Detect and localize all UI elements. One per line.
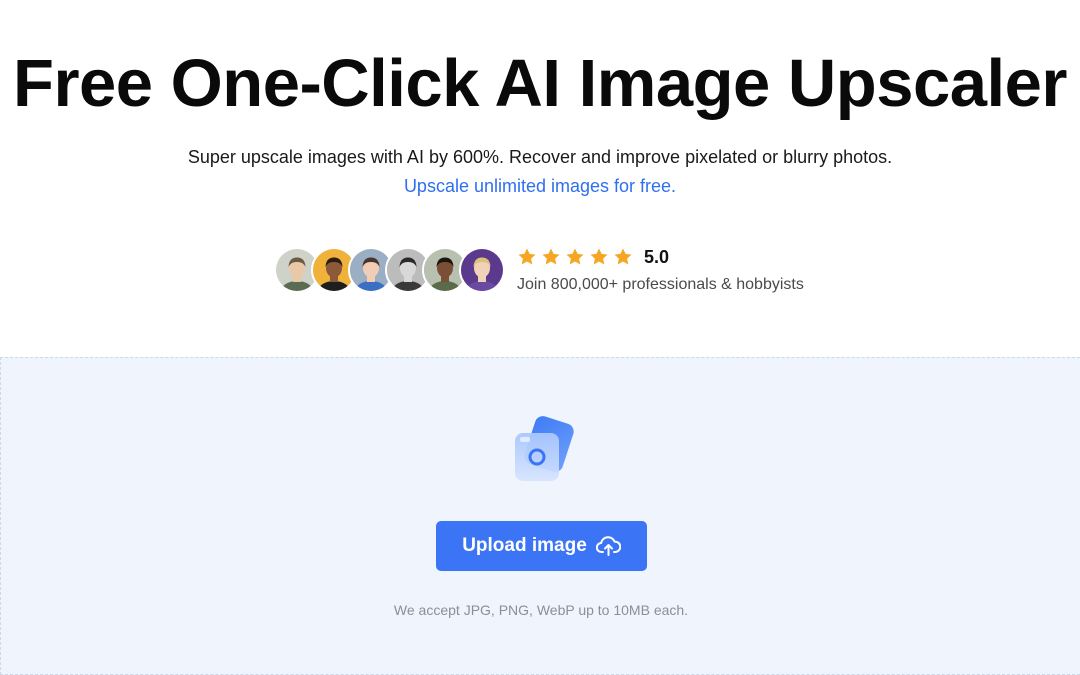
cloud-upload-icon xyxy=(595,535,622,557)
accepted-formats-note: We accept JPG, PNG, WebP up to 10MB each… xyxy=(393,602,689,618)
upload-button-label: Upload image xyxy=(462,535,587,556)
rating-value: 5.0 xyxy=(644,246,670,267)
star-icon xyxy=(517,247,537,267)
upload-image-button[interactable]: Upload image xyxy=(436,521,647,571)
page-title: Free One-Click AI Image Upscaler xyxy=(13,46,1067,121)
rating-caption: Join 800,000+ professionals & hobbyists xyxy=(517,276,804,293)
avatar-6 xyxy=(459,247,505,293)
rating-block: 5.0 Join 800,000+ professionals & hobbyi… xyxy=(517,245,804,295)
star-icon xyxy=(589,247,609,267)
upload-dropzone[interactable]: Upload image We accept JPG, PNG, WebP up… xyxy=(0,357,1080,675)
avatar-group xyxy=(274,244,505,296)
star-icon xyxy=(613,247,633,267)
hero-section: Free One-Click AI Image Upscaler Super u… xyxy=(0,0,1080,357)
rating-stars: 5.0 xyxy=(517,245,804,269)
unlimited-upscale-link[interactable]: Upscale unlimited images for free. xyxy=(0,175,1080,197)
stars-container xyxy=(517,247,637,267)
hero-subtitle: Super upscale images with AI by 600%. Re… xyxy=(187,147,893,167)
camera-photo-icon xyxy=(509,415,577,489)
star-icon xyxy=(541,247,561,267)
star-icon xyxy=(565,247,585,267)
social-proof: 5.0 Join 800,000+ professionals & hobbyi… xyxy=(274,244,804,296)
